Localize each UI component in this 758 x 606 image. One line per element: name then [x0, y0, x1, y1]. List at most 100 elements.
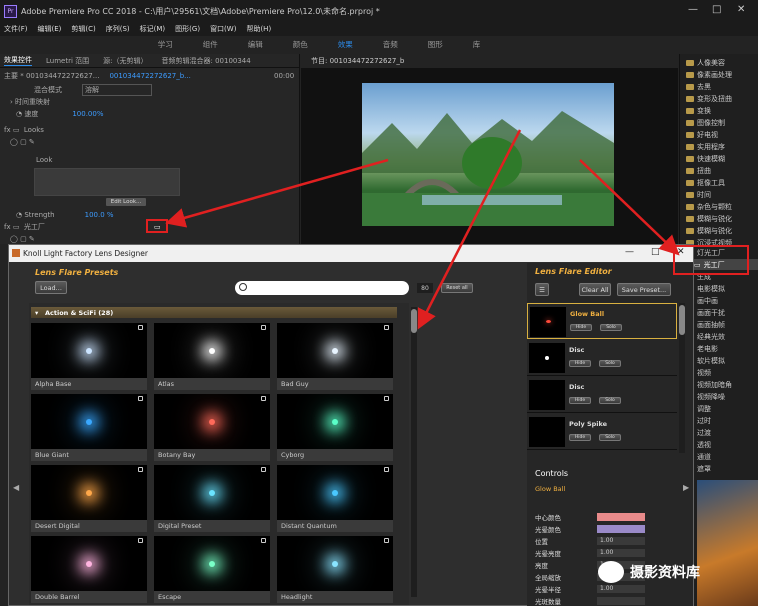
menu-file[interactable]: 文件(F): [4, 24, 28, 34]
scroll-right-arrow-icon[interactable]: ▶: [683, 483, 689, 492]
ellipse-mask-icon[interactable]: ◯: [10, 138, 20, 146]
scroll-left-arrow-icon[interactable]: ◀: [13, 483, 19, 492]
workspace-color[interactable]: 颜色: [293, 39, 308, 50]
reset-all-button[interactable]: Reset all: [441, 283, 473, 293]
effects-category[interactable]: 时间: [680, 189, 758, 200]
strength-value[interactable]: 100.0 %: [85, 211, 114, 219]
workspace-effects[interactable]: 效果: [338, 39, 353, 50]
rect-mask-icon[interactable]: ▢: [20, 235, 29, 243]
preset-search-input[interactable]: [235, 281, 409, 295]
effects-category[interactable]: 杂色与颗粒: [680, 201, 758, 212]
effects-category[interactable]: 好电视: [680, 129, 758, 140]
preset-tile[interactable]: Double Barrel: [31, 536, 147, 603]
speed-value[interactable]: 100.00%: [72, 110, 103, 118]
element-row[interactable]: Poly Spike Hide Solo: [527, 414, 677, 450]
effects-category[interactable]: 模糊与锐化: [680, 213, 758, 224]
workspace-editing[interactable]: 编辑: [248, 39, 263, 50]
editor-menu-button[interactable]: ☰: [535, 283, 549, 296]
ellipse-mask-icon[interactable]: ◯: [10, 235, 20, 243]
elements-scrollbar[interactable]: [679, 303, 685, 453]
minimize-icon[interactable]: —: [625, 247, 634, 257]
preset-tile[interactable]: Blue Giant: [31, 394, 147, 461]
master-label[interactable]: 主要 * 001034472272627...: [4, 71, 99, 81]
clip-name[interactable]: 001034472272627_b...: [109, 72, 190, 80]
effects-category[interactable]: 模糊与锐化: [680, 225, 758, 236]
menu-window[interactable]: 窗口(W): [210, 24, 236, 34]
effects-category[interactable]: 抠像工具: [680, 177, 758, 188]
color-swatch[interactable]: [597, 524, 645, 533]
menu-edit[interactable]: 编辑(E): [38, 24, 62, 34]
preset-tile[interactable]: Atlas: [154, 323, 270, 390]
element-row[interactable]: Disc Hide Solo: [527, 340, 677, 376]
effects-category[interactable]: 快速模糊: [680, 153, 758, 164]
maximize-icon[interactable]: □: [712, 4, 721, 15]
edit-look-button[interactable]: Edit Look...: [106, 198, 146, 206]
maximize-icon[interactable]: □: [651, 247, 660, 257]
workspace-audio[interactable]: 音频: [383, 39, 398, 50]
hide-button[interactable]: Hide: [569, 397, 591, 404]
pen-mask-icon[interactable]: ✎: [29, 138, 35, 146]
close-icon[interactable]: ✕: [737, 4, 745, 15]
menu-sequence[interactable]: 序列(S): [106, 24, 130, 34]
scrollbar-thumb[interactable]: [679, 305, 685, 335]
tab-effect-controls[interactable]: 效果控件: [4, 55, 32, 66]
preset-tile[interactable]: Digital Preset: [154, 465, 270, 532]
fx-icon[interactable]: fx ▭: [4, 126, 24, 134]
element-row[interactable]: Disc Hide Solo: [527, 377, 677, 413]
workspace-libraries[interactable]: 库: [473, 39, 481, 50]
solo-button[interactable]: Solo: [599, 397, 621, 404]
preset-tile[interactable]: Escape: [154, 536, 270, 603]
clear-all-button[interactable]: Clear All: [579, 283, 611, 296]
load-button[interactable]: Load...: [35, 281, 67, 294]
effects-category[interactable]: 实用程序: [680, 141, 758, 152]
hide-button[interactable]: Hide: [570, 324, 592, 331]
effects-category[interactable]: 扭曲: [680, 165, 758, 176]
minimize-icon[interactable]: —: [688, 4, 698, 15]
effects-category[interactable]: 变换: [680, 105, 758, 116]
control-value[interactable]: 1.00: [597, 536, 645, 545]
rect-mask-icon[interactable]: ▢: [20, 138, 29, 146]
color-swatch[interactable]: [597, 512, 645, 521]
preset-tile[interactable]: Cyborg: [277, 394, 393, 461]
menu-help[interactable]: 帮助(H): [246, 24, 271, 34]
effects-category[interactable]: 变形及扭曲: [680, 93, 758, 104]
menu-marker[interactable]: 标记(M): [140, 24, 166, 34]
menu-clip[interactable]: 剪辑(C): [71, 24, 95, 34]
tab-audio-mixer[interactable]: 音频剪辑混合器: 00100344: [162, 56, 251, 66]
preset-tile[interactable]: Botany Bay: [154, 394, 270, 461]
solo-button[interactable]: Solo: [599, 360, 621, 367]
stopwatch-icon[interactable]: ◔: [16, 211, 24, 219]
fx-icon[interactable]: fx ▭: [4, 223, 24, 231]
effects-category[interactable]: 像素画处理: [680, 69, 758, 80]
presets-scrollbar[interactable]: [411, 307, 417, 597]
blend-mode-select[interactable]: 溶解: [82, 84, 152, 96]
pen-mask-icon[interactable]: ✎: [29, 235, 35, 243]
preset-tile[interactable]: Distant Quantum: [277, 465, 393, 532]
workspace-learn[interactable]: 学习: [158, 39, 173, 50]
effects-category[interactable]: 去黑: [680, 81, 758, 92]
hide-button[interactable]: Hide: [569, 360, 591, 367]
stopwatch-icon[interactable]: ◔: [16, 110, 24, 118]
save-preset-button[interactable]: Save Preset...: [617, 283, 671, 296]
preset-tile[interactable]: Alpha Base: [31, 323, 147, 390]
effects-category[interactable]: 图像控制: [680, 117, 758, 128]
hide-button[interactable]: Hide: [569, 434, 591, 441]
menu-graphics[interactable]: 图形(G): [175, 24, 200, 34]
zoom-percent[interactable]: 80: [417, 283, 433, 293]
solo-button[interactable]: Solo: [599, 434, 621, 441]
control-value[interactable]: [597, 596, 645, 605]
preset-tile[interactable]: Desert Digital: [31, 465, 147, 532]
element-row[interactable]: Glow Ball Hide Solo: [527, 303, 677, 339]
solo-button[interactable]: Solo: [600, 324, 622, 331]
effects-category[interactable]: 人像美容: [680, 57, 758, 68]
category-header[interactable]: ▾ Action & SciFi (28): [31, 307, 397, 318]
scrollbar-thumb[interactable]: [411, 309, 417, 333]
tab-lumetri-scopes[interactable]: Lumetri 范围: [46, 56, 89, 66]
workspace-assembly[interactable]: 组件: [203, 39, 218, 50]
tab-source[interactable]: 源:（无剪辑）: [103, 56, 147, 66]
workspace-graphics[interactable]: 图形: [428, 39, 443, 50]
flare-glow: [332, 419, 338, 426]
preset-tile[interactable]: Bad Guy: [277, 323, 393, 390]
control-value[interactable]: 1.00: [597, 548, 645, 557]
preset-tile[interactable]: Headlight: [277, 536, 393, 603]
